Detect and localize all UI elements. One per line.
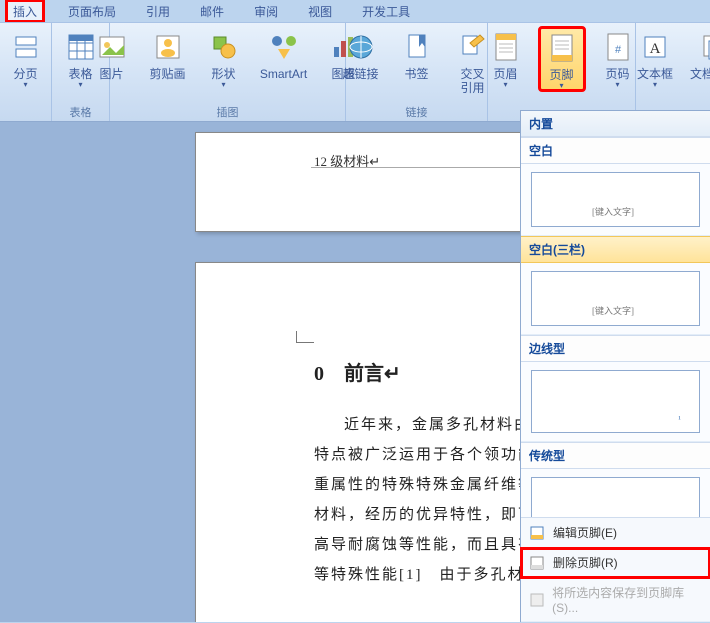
- shapes-icon: [208, 31, 240, 63]
- picture-button[interactable]: 图片: [89, 27, 135, 81]
- header-margin-mark: [296, 331, 314, 343]
- menu-remove-footer-label: 删除页脚(R): [553, 554, 618, 571]
- menu-save-footer: 将所选内容保存到页脚库(S)...: [521, 578, 710, 622]
- page-2[interactable]: 0 前言↵ 近年来，金属多孔材料由于的显著特点被广泛运用于各个领功能及结构双重属…: [195, 262, 520, 622]
- building-blocks-icon: [698, 31, 710, 63]
- hyperlink-button[interactable]: 超链接: [338, 27, 384, 81]
- heading: 0 前言↵: [314, 357, 520, 386]
- tab-insert[interactable]: 插入: [6, 0, 44, 22]
- clipart-button[interactable]: 剪贴画: [145, 27, 191, 81]
- edit-footer-icon: [529, 525, 545, 541]
- gallery-item-border[interactable]: ¹: [521, 362, 710, 442]
- tab-developer[interactable]: 开发工具: [356, 1, 416, 22]
- tab-mailings[interactable]: 邮件: [194, 1, 230, 22]
- building-blocks-button[interactable]: 文档部件 ▾: [688, 27, 710, 89]
- smartart-button[interactable]: SmartArt: [257, 27, 311, 81]
- clipart-label: 剪贴画: [149, 67, 185, 81]
- footer-button[interactable]: 页脚 ▾: [539, 27, 585, 91]
- thumb-placeholder-num: ¹: [678, 414, 681, 424]
- textbox-label: 文本框: [637, 67, 673, 81]
- picture-label: 图片: [99, 67, 123, 81]
- bookmark-icon: [401, 31, 433, 63]
- chevron-down-icon: ▾: [653, 81, 657, 89]
- tab-view[interactable]: 视图: [302, 1, 338, 22]
- crossref-label: 交叉 引用: [460, 67, 484, 95]
- tab-review[interactable]: 审阅: [248, 1, 284, 22]
- header-button[interactable]: 页眉 ▾: [483, 27, 529, 89]
- building-blocks-label: 文档部件: [690, 67, 710, 81]
- group-links-label: 链接: [406, 105, 428, 121]
- page-body: 0 前言↵ 近年来，金属多孔材料由于的显著特点被广泛运用于各个领功能及结构双重属…: [314, 357, 520, 590]
- page-break-label: 分页: [13, 67, 37, 81]
- clipart-icon: [152, 31, 184, 63]
- chevron-down-icon: ▾: [78, 81, 82, 89]
- footer-gallery-panel: 内置 空白 [键入文字] 空白(三栏) [键入文字] 边线型 ¹ 传统型 编辑页…: [520, 110, 710, 622]
- gallery-item-blank3[interactable]: [键入文字]: [521, 263, 710, 335]
- footer-icon: [546, 32, 578, 64]
- thumb-placeholder: [键入文字]: [592, 205, 634, 218]
- page-break-icon: [10, 31, 42, 63]
- ribbon: 分页 ▾ 表格 ▾ 表格 图片 剪贴画: [0, 22, 710, 122]
- remove-footer-icon: [529, 555, 545, 571]
- gallery-section-traditional: 传统型: [521, 442, 710, 469]
- hyperlink-label: 超链接: [342, 67, 378, 81]
- svg-text:A: A: [650, 41, 661, 57]
- smartart-label: SmartArt: [260, 67, 307, 81]
- menu-save-footer-label: 将所选内容保存到页脚库(S)...: [552, 584, 702, 615]
- ribbon-tabs: 插入 页面布局 引用 邮件 审阅 视图 开发工具: [0, 0, 710, 22]
- header-icon: [490, 31, 522, 63]
- bookmark-button[interactable]: 书签: [394, 27, 440, 81]
- gallery-header-builtin: 内置: [521, 111, 710, 137]
- bookmark-label: 书签: [404, 67, 428, 81]
- svg-text:#: #: [614, 44, 621, 56]
- gallery-section-blank: 空白: [521, 137, 710, 164]
- gallery-item-blank[interactable]: [键入文字]: [521, 164, 710, 236]
- pagenum-label: 页码: [605, 67, 629, 81]
- page-break-button[interactable]: 分页 ▾: [3, 27, 49, 89]
- picture-icon: [96, 31, 128, 63]
- textbox-button[interactable]: A 文本框 ▾: [632, 27, 678, 89]
- shapes-button[interactable]: 形状 ▾: [201, 27, 247, 89]
- shapes-label: 形状: [211, 67, 235, 81]
- smartart-icon: [268, 31, 300, 63]
- chevron-down-icon: ▾: [503, 81, 507, 89]
- group-illustration-label: 插图: [217, 105, 239, 121]
- footer-label: 页脚: [549, 68, 573, 82]
- hyperlink-icon: [345, 31, 377, 63]
- gallery-section-border: 边线型: [521, 335, 710, 362]
- document-area: 12 级材料↵ 0 前言↵ 近年来，金属多孔材料由于的显著特点被广泛运用于各个领…: [0, 122, 520, 622]
- textbox-icon: A: [639, 31, 671, 63]
- tab-references[interactable]: 引用: [140, 1, 176, 22]
- chevron-down-icon: ▾: [23, 81, 27, 89]
- header-label: 页眉: [493, 67, 517, 81]
- gallery-footer-menu: 编辑页脚(E) 删除页脚(R) 将所选内容保存到页脚库(S)...: [521, 517, 710, 622]
- menu-edit-footer-label: 编辑页脚(E): [553, 524, 617, 541]
- group-table-label: 表格: [70, 105, 92, 121]
- chevron-down-icon: ▾: [221, 81, 225, 89]
- thumb-placeholder: [键入文字]: [592, 304, 634, 317]
- gallery-section-blank3: 空白(三栏): [521, 236, 710, 263]
- menu-edit-footer[interactable]: 编辑页脚(E): [521, 518, 710, 548]
- save-footer-icon: [529, 592, 544, 608]
- header-rule: [311, 167, 520, 168]
- paragraph: 近年来，金属多孔材料由于的显著特点被广泛运用于各个领功能及结构双重属性的特殊特殊…: [314, 410, 520, 590]
- chevron-down-icon: ▾: [615, 81, 619, 89]
- page-1[interactable]: 12 级材料↵: [195, 132, 520, 232]
- chevron-down-icon: ▾: [559, 82, 563, 90]
- tab-page-layout[interactable]: 页面布局: [62, 1, 122, 22]
- pagenum-icon: #: [602, 31, 634, 63]
- menu-remove-footer[interactable]: 删除页脚(R): [521, 548, 710, 578]
